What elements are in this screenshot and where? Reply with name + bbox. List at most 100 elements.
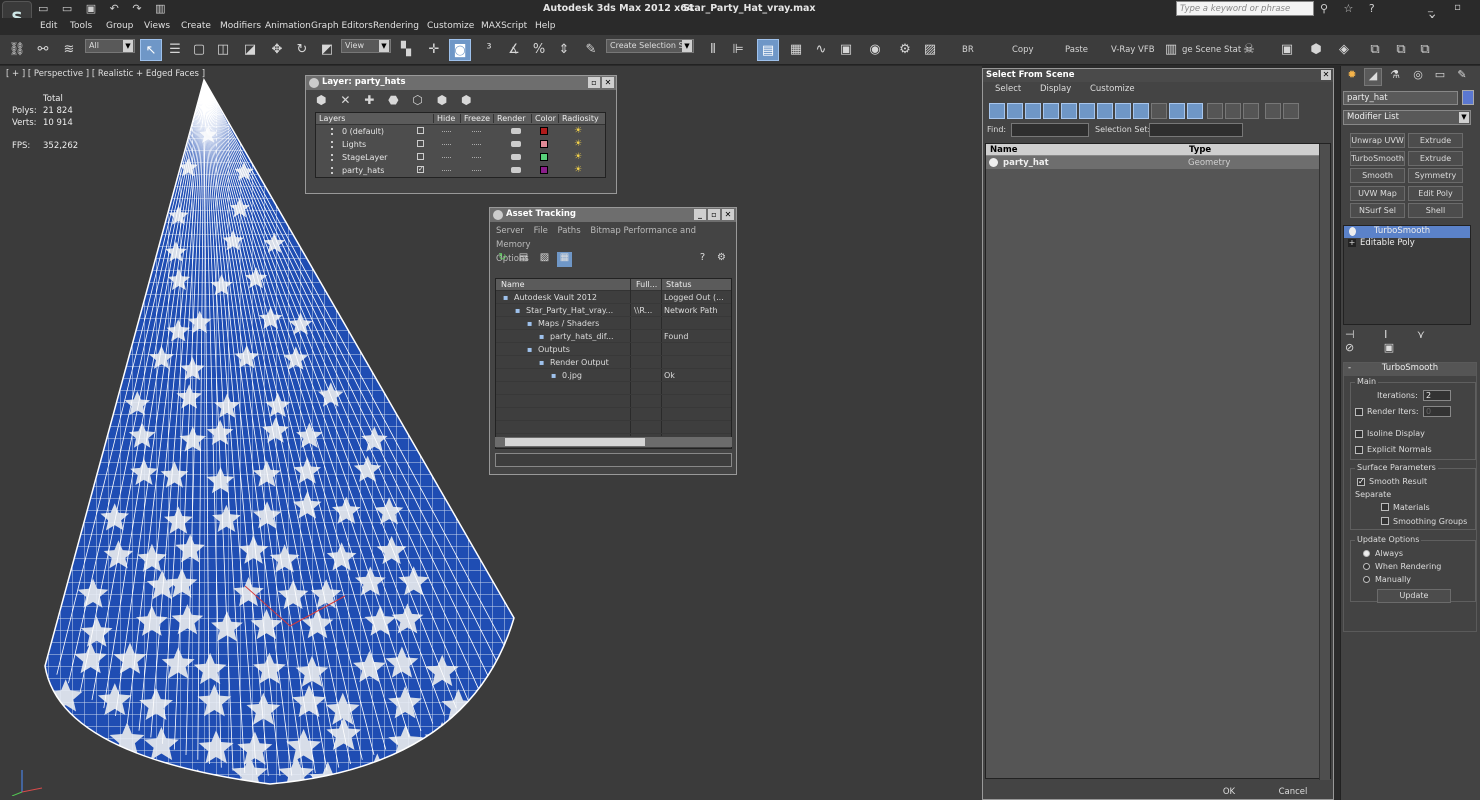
close-icon[interactable]: ✕ — [1321, 70, 1331, 80]
radiosity-icon[interactable]: ☀ — [574, 126, 586, 136]
col-radiosity[interactable]: Radiosity — [558, 114, 599, 123]
layer-color-swatch[interactable] — [540, 153, 548, 161]
help-icon[interactable]: ? — [695, 252, 710, 267]
current-layer-checkbox[interactable]: ✓ — [417, 166, 424, 173]
current-layer-checkbox[interactable] — [417, 127, 424, 134]
asset-row[interactable]: ▪ Render Output — [496, 356, 731, 369]
copy-button[interactable]: Copy — [1012, 45, 1034, 55]
col-layers[interactable]: Layers — [316, 114, 345, 123]
iterations-spinner[interactable]: 2 — [1423, 390, 1451, 401]
modifier-button[interactable]: Extrude — [1408, 133, 1463, 148]
layer-color-swatch[interactable] — [540, 127, 548, 135]
hide-all-icon[interactable]: ⬢ — [437, 93, 447, 107]
select-layer-icon[interactable]: ⬡ — [412, 93, 422, 107]
filter-cameras-icon[interactable] — [1043, 103, 1059, 119]
angle-snap-icon[interactable]: ∡ — [503, 39, 525, 61]
render-setup-icon[interactable]: ⚙ — [894, 39, 916, 61]
scale-icon[interactable]: ◩ — [316, 39, 338, 61]
menu-create[interactable]: Create — [181, 21, 211, 31]
rect-selection-icon[interactable]: ▢ — [188, 39, 210, 61]
object-color-swatch[interactable] — [1462, 90, 1474, 105]
menu-customize[interactable]: Customize — [427, 21, 474, 31]
explicit-normals-checkbox[interactable] — [1355, 446, 1363, 454]
modifier-button[interactable]: Shell — [1408, 203, 1463, 218]
radiosity-icon[interactable]: ☀ — [574, 152, 586, 162]
layer-color-swatch[interactable] — [540, 166, 548, 174]
set-current-layer-icon[interactable]: ⬢ — [316, 93, 326, 107]
col-freeze[interactable]: Freeze — [460, 114, 490, 123]
align-icon[interactable]: ⊫ — [727, 39, 749, 61]
current-layer-checkbox[interactable] — [417, 153, 424, 160]
motion-tab-icon[interactable]: ◎ — [1409, 68, 1427, 86]
filter-lights-icon[interactable] — [1025, 103, 1041, 119]
skull-icon[interactable]: ☠ — [1238, 39, 1260, 61]
modifier-button[interactable]: NSurf Sel — [1350, 203, 1405, 218]
hide-toggle[interactable] — [442, 170, 451, 171]
infocenter-icons[interactable]: ⚲ ☆ ? — [1320, 2, 1381, 15]
menu-edit[interactable]: Edit — [40, 21, 57, 31]
filter-particles-icon[interactable] — [1151, 103, 1167, 119]
hide-toggle[interactable] — [442, 131, 451, 132]
scene-states-icon[interactable]: ▥ — [1160, 39, 1182, 61]
col-status[interactable]: Status — [663, 280, 692, 289]
smoothing-groups-checkbox[interactable] — [1381, 517, 1389, 525]
menu-help[interactable]: Help — [535, 21, 556, 31]
modify-tab-icon[interactable]: ◢ — [1364, 68, 1382, 86]
current-layer-checkbox[interactable] — [417, 140, 424, 147]
select-none-icon[interactable] — [1225, 103, 1241, 119]
col-name[interactable]: Name — [990, 145, 1017, 155]
modifier-button[interactable]: Smooth — [1350, 168, 1405, 183]
asset-hscrollbar[interactable] — [495, 437, 732, 447]
hide-toggle[interactable] — [442, 144, 451, 145]
thumbnail-view-icon[interactable]: ▨ — [537, 252, 552, 267]
minimize-icon[interactable]: _ — [694, 209, 706, 220]
sfs-menu-display[interactable]: Display — [1040, 84, 1071, 94]
col-hide[interactable]: Hide — [433, 114, 455, 123]
freeze-toggle[interactable] — [472, 144, 481, 145]
br-button[interactable]: BR — [962, 45, 974, 55]
scene-object-row[interactable]: party_hat Geometry — [986, 156, 1320, 169]
radiosity-icon[interactable]: ☀ — [574, 165, 586, 175]
filter-spacewarps-icon[interactable] — [1079, 103, 1095, 119]
col-render[interactable]: Render — [493, 114, 525, 123]
table-view-icon[interactable]: ▦ — [557, 252, 572, 267]
close-icon[interactable]: ✕ — [722, 209, 734, 220]
lightbulb-icon[interactable] — [1349, 227, 1356, 236]
filter-containers-icon[interactable] — [1169, 103, 1185, 119]
scene-states-button[interactable]: ge Scene Stat — [1182, 45, 1241, 55]
find-input[interactable] — [1011, 123, 1089, 137]
select-all-icon[interactable] — [1207, 103, 1223, 119]
bind-spacewarp-icon[interactable]: ≋ — [58, 39, 80, 61]
stack-item[interactable]: TurboSmooth — [1344, 226, 1470, 238]
sfs-menu-customize[interactable]: Customize — [1090, 84, 1135, 94]
window-crossing-icon[interactable]: ◫ — [212, 39, 234, 61]
materials-checkbox[interactable] — [1381, 503, 1389, 511]
isoline-checkbox[interactable] — [1355, 430, 1363, 438]
select-invert-icon[interactable] — [1243, 103, 1259, 119]
unlink-icon[interactable]: ⚯ — [32, 39, 54, 61]
at-menu-server[interactable]: Server — [496, 226, 524, 236]
col-name[interactable]: Name — [498, 280, 525, 289]
modifier-button[interactable]: Unwrap UVW — [1350, 133, 1405, 148]
col-type[interactable]: Type — [1189, 145, 1211, 155]
filter-frozen-icon[interactable] — [1187, 103, 1203, 119]
maximize-icon[interactable]: ▫ — [708, 209, 720, 220]
add-selection-icon[interactable]: ⬣ — [388, 93, 398, 107]
asset-row[interactable]: ▪ Autodesk Vault 2012 Logged Out (... — [496, 291, 731, 304]
ref-coord-dropdown[interactable]: View ▼ — [341, 39, 391, 53]
material-editor-icon[interactable]: ◉ — [864, 39, 886, 61]
expand-icon[interactable]: + — [1348, 239, 1356, 247]
filter-groups-icon[interactable] — [1097, 103, 1113, 119]
filter-funnel-icon[interactable] — [1265, 103, 1281, 119]
sfs-vscrollbar[interactable] — [1319, 144, 1330, 780]
quick-access-toolbar[interactable]: ▭ ▭ ▣ ↶ ↷ ▥ — [38, 2, 171, 15]
snaps-toggle-icon[interactable]: ³ — [478, 39, 500, 61]
menu-group[interactable]: Group — [106, 21, 133, 31]
extra-tool-2-icon[interactable]: ⬢ — [1305, 39, 1327, 61]
create-tab-icon[interactable]: ✹ — [1343, 68, 1361, 86]
modifier-button[interactable]: Symmetry — [1408, 168, 1463, 183]
select-manipulate-icon[interactable]: ✛ — [423, 39, 445, 61]
delete-layer-icon[interactable]: ✕ — [340, 93, 350, 107]
asset-row[interactable]: ▪ Star_Party_Hat_vray... \\R... Network Pat… — [496, 304, 731, 317]
asset-row[interactable]: ▪ 0.jpg Ok — [496, 369, 731, 382]
